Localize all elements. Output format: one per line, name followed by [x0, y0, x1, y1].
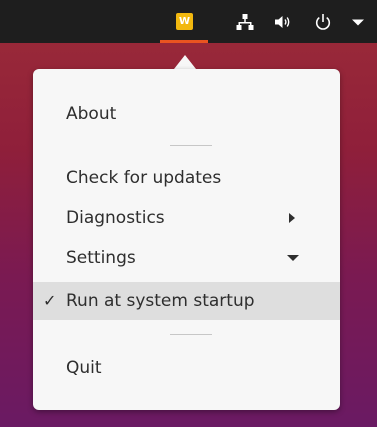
- menu-separator: [170, 334, 212, 335]
- menu-item-diagnostics[interactable]: Diagnostics: [33, 199, 340, 237]
- menu-item-settings[interactable]: Settings: [33, 239, 340, 277]
- menu-item-quit[interactable]: Quit: [33, 349, 340, 387]
- menu-pointer: [174, 55, 196, 69]
- indicator-menu: About Check for updates Diagnostics Sett…: [33, 69, 340, 410]
- menu-item-label: Check for updates: [66, 168, 222, 188]
- menu-item-label: Settings: [66, 248, 136, 268]
- submenu-arrow-down-icon: [287, 255, 299, 261]
- menu-item-label: Quit: [66, 358, 102, 378]
- network-wired-icon[interactable]: [235, 12, 255, 32]
- menu-item-run-at-startup[interactable]: ✓ Run at system startup: [33, 282, 340, 320]
- menu-item-check-for-updates[interactable]: Check for updates: [33, 159, 340, 197]
- menu-item-label: Diagnostics: [66, 208, 165, 228]
- menu-separator: [170, 145, 212, 146]
- menu-item-label: About: [66, 104, 117, 124]
- dropdown-arrow-icon[interactable]: [348, 12, 368, 32]
- active-indicator-underline: [160, 40, 208, 43]
- app-indicator-icon[interactable]: W: [176, 13, 193, 30]
- submenu-arrow-right-icon: [289, 213, 295, 223]
- menu-item-about[interactable]: About: [33, 95, 340, 133]
- top-bar: W: [0, 0, 377, 43]
- power-icon[interactable]: [313, 12, 333, 32]
- menu-item-label: Run at system startup: [66, 291, 255, 311]
- volume-icon[interactable]: [272, 12, 292, 32]
- checkmark-icon: ✓: [43, 291, 57, 310]
